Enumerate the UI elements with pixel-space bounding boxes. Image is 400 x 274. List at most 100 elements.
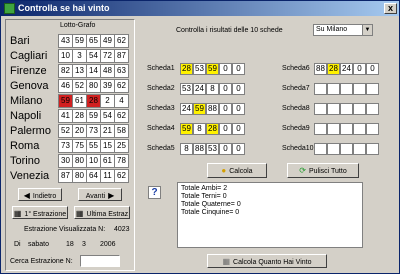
wheel-number: 41: [58, 109, 73, 123]
scheda-number-input[interactable]: [327, 143, 340, 155]
scheda-number-input[interactable]: 59: [206, 63, 219, 75]
wheel-number: 49: [100, 34, 115, 48]
wheel-number: 55: [86, 139, 101, 153]
scheda-number-input[interactable]: 8: [180, 143, 193, 155]
scheda-number-input[interactable]: 0: [232, 143, 245, 155]
scheda-number-input[interactable]: [327, 123, 340, 135]
last-extraction-button[interactable]: ▦ Ultima Estraz: [74, 206, 130, 219]
wheel-number: 52: [72, 79, 87, 93]
wheel-number: 28: [86, 94, 101, 108]
chevron-down-icon: ▼: [362, 25, 372, 35]
scheda-number-input[interactable]: 59: [180, 123, 193, 135]
wheel-number: 63: [114, 64, 129, 78]
clear-all-button[interactable]: ⟳ Pulisci Tutto: [287, 163, 359, 178]
control-label: Controlla i risultati delle 10 schede: [176, 27, 283, 34]
scheda-number-input[interactable]: 0: [353, 63, 366, 75]
scheda-label: Scheda8: [282, 105, 310, 112]
scheda-label: Scheda1: [147, 65, 175, 72]
scheda-number-input[interactable]: [366, 103, 379, 115]
scheda-number-input[interactable]: 0: [219, 123, 232, 135]
scheda-number-input[interactable]: [327, 103, 340, 115]
calculate-winnings-button[interactable]: ▦ Calcola Quanto Hai Vinto: [207, 254, 327, 268]
scheda-number-input[interactable]: 0: [219, 63, 232, 75]
close-button[interactable]: x: [384, 3, 397, 14]
scheda-number-input[interactable]: 0: [219, 143, 232, 155]
scheda-number-input[interactable]: [314, 123, 327, 135]
wheel-number: 28: [72, 109, 87, 123]
wheel-number: 25: [114, 139, 129, 153]
wheel-row: Torino 30 80 10 61 78: [10, 154, 132, 168]
scheda-number-input[interactable]: 8: [193, 123, 206, 135]
scheda-number-input[interactable]: [353, 103, 366, 115]
wheel-number: 59: [72, 34, 87, 48]
scheda-number-input[interactable]: [353, 143, 366, 155]
scheda-number-input[interactable]: [353, 83, 366, 95]
scheda-number-input[interactable]: [353, 123, 366, 135]
scheda-number-input[interactable]: 59: [193, 103, 206, 115]
wheel-number: 80: [72, 154, 87, 168]
scheda-number-input[interactable]: 28: [206, 123, 219, 135]
scheda-number-input[interactable]: 53: [193, 63, 206, 75]
scheda-number-input[interactable]: 0: [232, 63, 245, 75]
scheda-number-input[interactable]: [366, 143, 379, 155]
results-box: Totale Ambi= 2 Totale Terni= 0 Totale Quat…: [177, 182, 363, 248]
scheda-number-input[interactable]: [327, 83, 340, 95]
scheda-number-input[interactable]: 88: [314, 63, 327, 75]
wheel-row: Cagliari 10 3 54 72 87: [10, 49, 132, 63]
scheda-number-input[interactable]: [314, 83, 327, 95]
wheel-number: 54: [100, 109, 115, 123]
scheda-number-input[interactable]: 24: [180, 103, 193, 115]
scheda-number-input[interactable]: [340, 103, 353, 115]
wheel-number: 46: [58, 79, 73, 93]
scheda-number-input[interactable]: 0: [232, 123, 245, 135]
day-value: 18: [66, 241, 74, 248]
wheel-select[interactable]: Su Milano ▼: [313, 24, 373, 36]
wheel-number: 54: [86, 49, 101, 63]
scheda-number-input[interactable]: 53: [206, 143, 219, 155]
scheda-number-input[interactable]: 28: [327, 63, 340, 75]
scheda-number-input[interactable]: 24: [193, 83, 206, 95]
scheda-number-input[interactable]: [366, 123, 379, 135]
scheda-number-input[interactable]: 0: [366, 63, 379, 75]
wheel-number: 14: [86, 64, 101, 78]
wheel-number: 48: [100, 64, 115, 78]
scheda-number-input[interactable]: 88: [206, 103, 219, 115]
result-line: Totale Quaterne= 0: [181, 201, 241, 208]
scheda-number-input[interactable]: 24: [340, 63, 353, 75]
wheel-number: 87: [58, 169, 73, 183]
calculator-icon: ▦: [222, 257, 231, 266]
scheda-number-input[interactable]: 0: [232, 83, 245, 95]
scheda-number-input[interactable]: [340, 143, 353, 155]
wheel-number: 11: [100, 169, 115, 183]
scheda-number-input[interactable]: 53: [180, 83, 193, 95]
title-bar: Controlla se hai vinto x: [1, 1, 399, 16]
scheda-number-input[interactable]: [314, 103, 327, 115]
scheda-number-input[interactable]: 0: [219, 83, 232, 95]
wheel-number: 10: [86, 154, 101, 168]
search-extraction-input[interactable]: [80, 255, 120, 267]
scheda-number-input[interactable]: [314, 143, 327, 155]
help-icon[interactable]: ?: [148, 186, 161, 199]
wheel-number: 62: [114, 34, 129, 48]
forward-button[interactable]: Avanti ▶: [78, 188, 122, 201]
wheel-name: Bari: [10, 35, 30, 47]
wheel-name: Napoli: [10, 110, 42, 122]
wheel-number: 62: [114, 109, 129, 123]
first-extraction-button[interactable]: ▦ 1° Estrazione: [12, 206, 68, 219]
scheda-number-input[interactable]: [340, 123, 353, 135]
scheda-number-input[interactable]: 28: [180, 63, 193, 75]
wheel-name: Torino: [10, 155, 40, 167]
app-icon: [4, 3, 15, 14]
scheda-number-input[interactable]: [340, 83, 353, 95]
scheda-number-input[interactable]: 8: [206, 83, 219, 95]
calcola-button[interactable]: ● Calcola: [207, 163, 267, 178]
scheda-number-input[interactable]: 0: [219, 103, 232, 115]
scheda-number-input[interactable]: 0: [232, 103, 245, 115]
scheda-number-input[interactable]: [366, 83, 379, 95]
back-button[interactable]: ◀ Indietro: [18, 188, 62, 201]
arrow-left-icon: ◀: [23, 191, 30, 200]
wheel-number: 62: [114, 79, 129, 93]
wheel-row: Genova 46 52 80 39 62: [10, 79, 132, 93]
wheel-number: 80: [86, 79, 101, 93]
scheda-number-input[interactable]: 88: [193, 143, 206, 155]
